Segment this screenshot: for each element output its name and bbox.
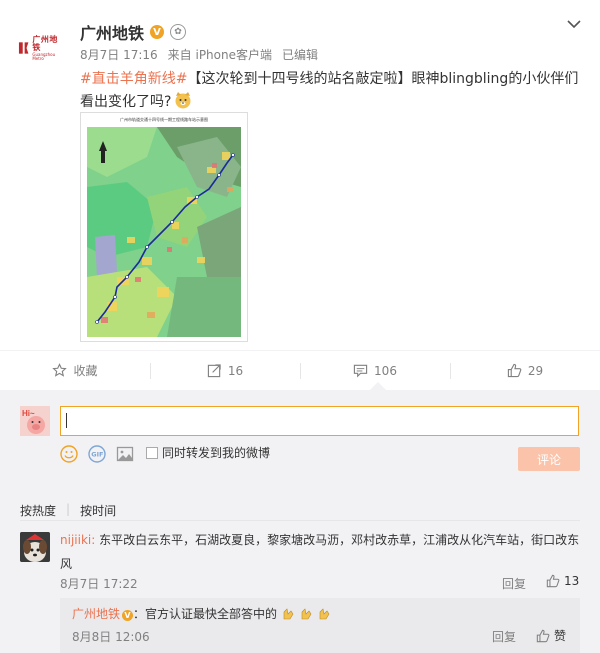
sort-divider-line — [20, 520, 580, 521]
my-avatar[interactable]: Hi~ — [20, 406, 50, 436]
thumbs-up-icon — [507, 363, 522, 378]
smiley-icon[interactable] — [60, 445, 78, 463]
comment-body: 东平改白云东平，石湖改夏良，黎家塘改马沥，邓村改赤草，江浦改从化汽车站，街口改东… — [60, 533, 580, 571]
thumbs-up-icon — [546, 574, 560, 588]
post-image[interactable]: 广州市轨道交通十四号线一期工程线路车站示意图 — [80, 112, 248, 342]
repost-count: 16 — [227, 363, 244, 378]
image-title: 广州市轨道交通十四号线一期工程线路车站示意图 — [120, 117, 208, 122]
sort-by-time[interactable]: 按时间 — [80, 502, 116, 519]
comment-sort: 按热度 | 按时间 — [20, 502, 116, 519]
like-count: 29 — [527, 363, 544, 378]
sub-commenter-name[interactable]: 广州地铁 — [72, 607, 120, 621]
comment-like-button[interactable]: 13 — [546, 574, 579, 588]
repost-checkbox[interactable] — [146, 447, 158, 459]
comment-reply-button[interactable]: 回复 — [502, 575, 526, 592]
svg-text:GIF: GIF — [91, 451, 103, 459]
comment-like-count: 13 — [564, 574, 580, 588]
comment-count: 106 — [374, 363, 397, 378]
line-14-map-image — [87, 127, 241, 337]
guangzhou-metro-logo: 广州地铁 Guangzhou Metro — [18, 34, 66, 61]
chevron-down-icon[interactable] — [564, 14, 584, 34]
commenter-name[interactable]: nijiiki: — [60, 533, 95, 547]
author-row: 广州地铁 V ✿ — [80, 20, 187, 44]
favorite-label: 收藏 — [73, 364, 98, 378]
hand-gesture-emoji-icon — [283, 608, 330, 620]
sort-divider: | — [66, 502, 71, 516]
like-button[interactable]: 29 — [450, 351, 600, 390]
post-source: 来自 iPhone客户端 — [167, 48, 272, 62]
post-time[interactable]: 8月7日 17:16 — [80, 46, 158, 63]
edited-label[interactable]: 已编辑 — [282, 46, 318, 63]
repost-icon — [207, 364, 221, 378]
sub-comment-like-label: 赞 — [554, 629, 567, 643]
post-meta: 8月7日 17:16 来自 iPhone客户端 已编辑 — [80, 46, 318, 63]
doge-emoji-icon — [175, 92, 191, 109]
topic-link[interactable]: #直击羊角新线# — [80, 71, 187, 87]
repost-button[interactable]: 16 — [150, 351, 300, 390]
author-avatar[interactable]: 广州地铁 Guangzhou Metro — [18, 24, 66, 72]
comment-text: nijiiki: 东平改白云东平，石湖改夏良，黎家塘改马沥，邓村改赤草，江浦改从… — [60, 528, 585, 576]
star-icon — [52, 363, 68, 377]
verified-icon[interactable]: V — [150, 25, 165, 39]
text-cursor — [66, 413, 67, 428]
comment-input[interactable] — [60, 406, 579, 436]
pig-avatar-icon: Hi~ — [20, 406, 50, 436]
image-icon[interactable] — [116, 445, 134, 463]
dog-avatar-icon — [20, 532, 50, 562]
logo-en-text: Guangzhou Metro — [32, 51, 56, 61]
favorite-button[interactable]: 收藏 — [0, 351, 150, 390]
medal-icon[interactable]: ✿ — [170, 24, 187, 40]
verified-icon: V — [122, 610, 134, 621]
thumbs-up-icon — [536, 629, 550, 642]
submit-comment-button[interactable]: 评论 — [518, 447, 580, 471]
avatar-text: Hi~ — [22, 409, 35, 418]
gif-icon[interactable]: GIF — [88, 445, 106, 463]
action-bar: 收藏 16 106 29 — [0, 350, 600, 390]
sub-comment-reply-button[interactable]: 回复 — [492, 628, 516, 645]
post-text: #直击羊角新线#【这次轮到十四号线的站名敲定啦】眼神blingbling的小伙伴… — [80, 68, 585, 114]
comment-caret — [370, 382, 386, 390]
sub-comment-time: 8月8日 12:06 — [72, 630, 150, 644]
sub-comment-text: 广州地铁 V ：官方认证最快全部答中的 — [72, 605, 335, 622]
sort-by-hot[interactable]: 按热度 — [20, 502, 56, 519]
commenter-avatar[interactable] — [20, 532, 50, 562]
author-name[interactable]: 广州地铁 — [80, 20, 144, 44]
sub-comment-body: ：官方认证最快全部答中的 — [133, 607, 278, 621]
comment-icon — [353, 364, 368, 378]
comment-time: 8月7日 17:22 — [60, 577, 138, 591]
sub-comment-like-button[interactable]: 赞 — [536, 627, 566, 644]
weibo-post-card: 广州地铁 Guangzhou Metro 广州地铁 V ✿ 8月7日 17:16… — [0, 0, 600, 653]
repost-checkbox-label[interactable]: 同时转发到我的微博 — [162, 444, 270, 461]
logo-cn-text: 广州地铁 — [32, 34, 58, 52]
